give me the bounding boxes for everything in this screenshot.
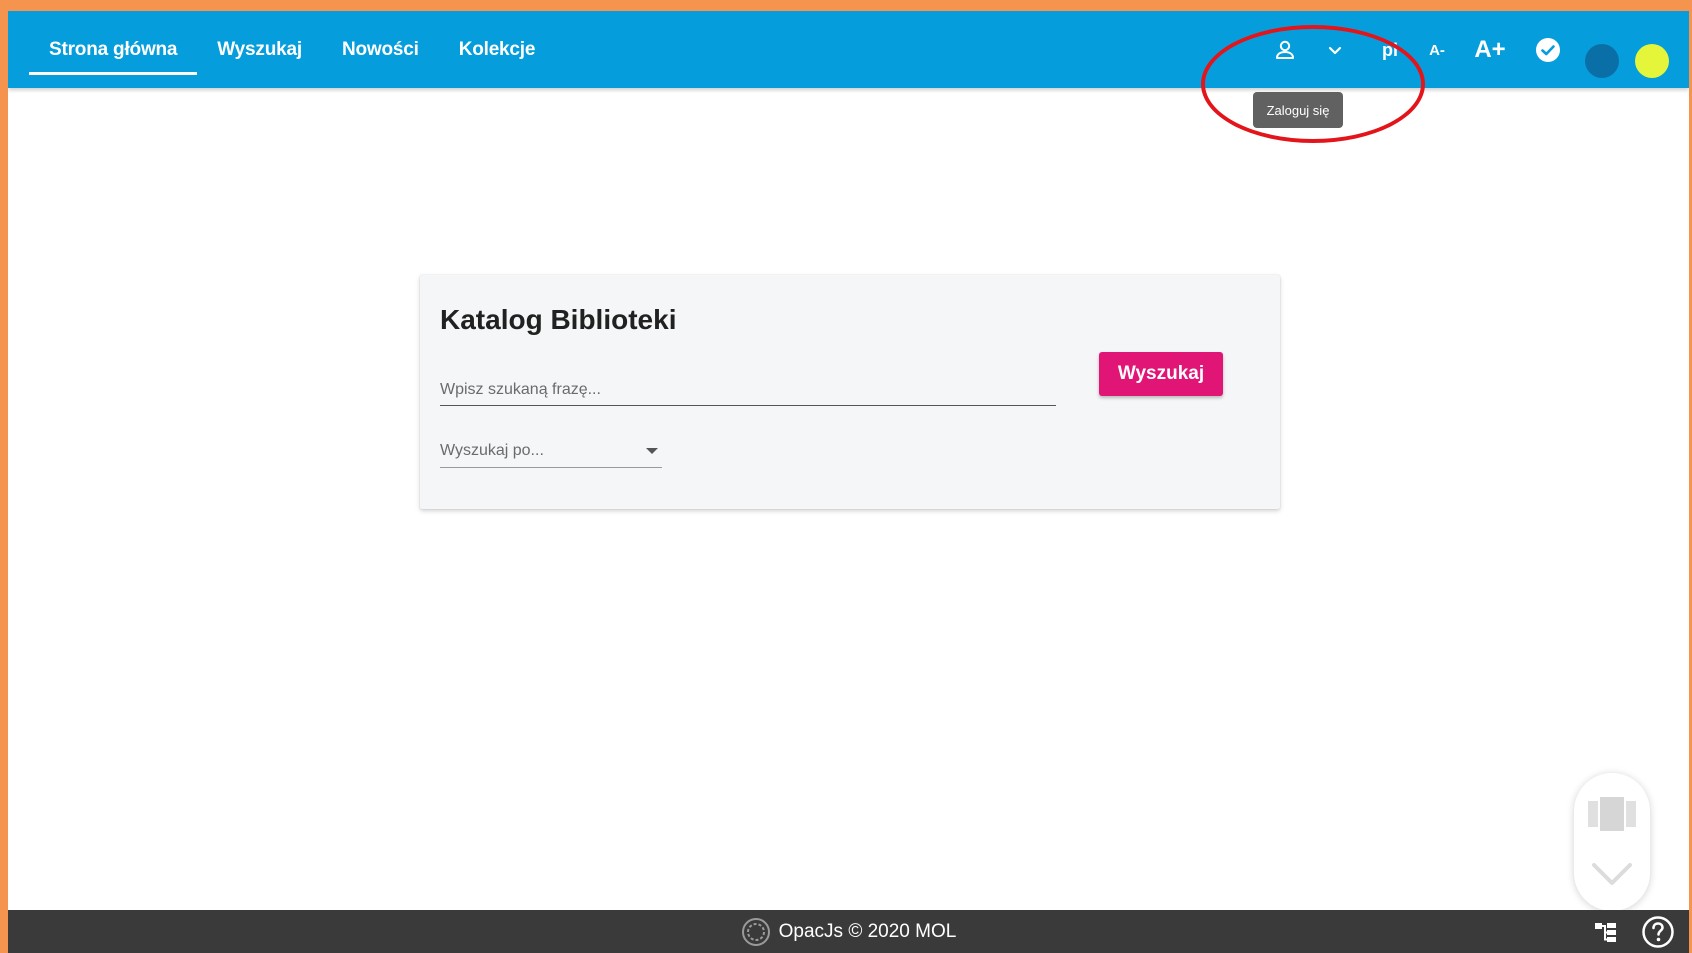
footer-text: OpacJs © 2020 MOL — [778, 920, 957, 942]
font-increase-button[interactable]: A+ — [1466, 30, 1514, 70]
font-decrease-button[interactable]: A- — [1422, 30, 1452, 70]
search-by-select[interactable]: Wyszukaj po... — [440, 435, 662, 468]
book-icon — [1588, 797, 1636, 831]
theme-dark-button[interactable] — [1585, 44, 1619, 78]
account-menu-toggle[interactable] — [1318, 30, 1352, 70]
search-input[interactable] — [440, 375, 1056, 406]
footer-icons — [1593, 914, 1675, 950]
login-tooltip: Zaloguj się — [1253, 92, 1343, 128]
login-button[interactable] — [1260, 30, 1310, 70]
nav-item-home[interactable]: Strona główna — [29, 11, 198, 88]
chevron-down-icon — [1328, 46, 1342, 55]
main-nav: Strona główna Wyszukaj Nowości Kolekcje — [29, 11, 555, 88]
search-card: Katalog Biblioteki Wyszukaj Wyszukaj po.… — [420, 275, 1280, 509]
chevron-down-icon[interactable] — [1574, 851, 1650, 901]
language-switcher[interactable]: pl — [1373, 30, 1407, 70]
help-circle-icon[interactable] — [1641, 915, 1675, 949]
opacjs-logo-icon — [741, 917, 770, 946]
footer: OpacJs © 2020 MOL — [8, 910, 1689, 953]
sitemap-icon[interactable] — [1593, 920, 1619, 944]
floating-scroll-widget[interactable] — [1574, 773, 1650, 911]
footer-credits: OpacJs © 2020 MOL — [8, 910, 1689, 953]
check-circle-icon — [1536, 38, 1560, 62]
app-window: Strona główna Wyszukaj Nowości Kolekcje … — [8, 11, 1689, 953]
dropdown-arrow-icon — [646, 448, 658, 454]
theme-high-contrast-button[interactable] — [1635, 44, 1669, 78]
nav-item-search[interactable]: Wyszukaj — [197, 11, 322, 88]
user-icon — [1276, 40, 1294, 59]
top-navigation-bar: Strona główna Wyszukaj Nowości Kolekcje … — [8, 11, 1689, 88]
search-button[interactable]: Wyszukaj — [1099, 352, 1223, 396]
nav-item-collections[interactable]: Kolekcje — [439, 11, 556, 88]
contrast-default-button[interactable] — [1528, 30, 1568, 70]
nav-item-news[interactable]: Nowości — [322, 11, 439, 88]
card-title: Katalog Biblioteki — [440, 304, 677, 335]
search-by-select-label: Wyszukaj po... — [440, 442, 544, 459]
